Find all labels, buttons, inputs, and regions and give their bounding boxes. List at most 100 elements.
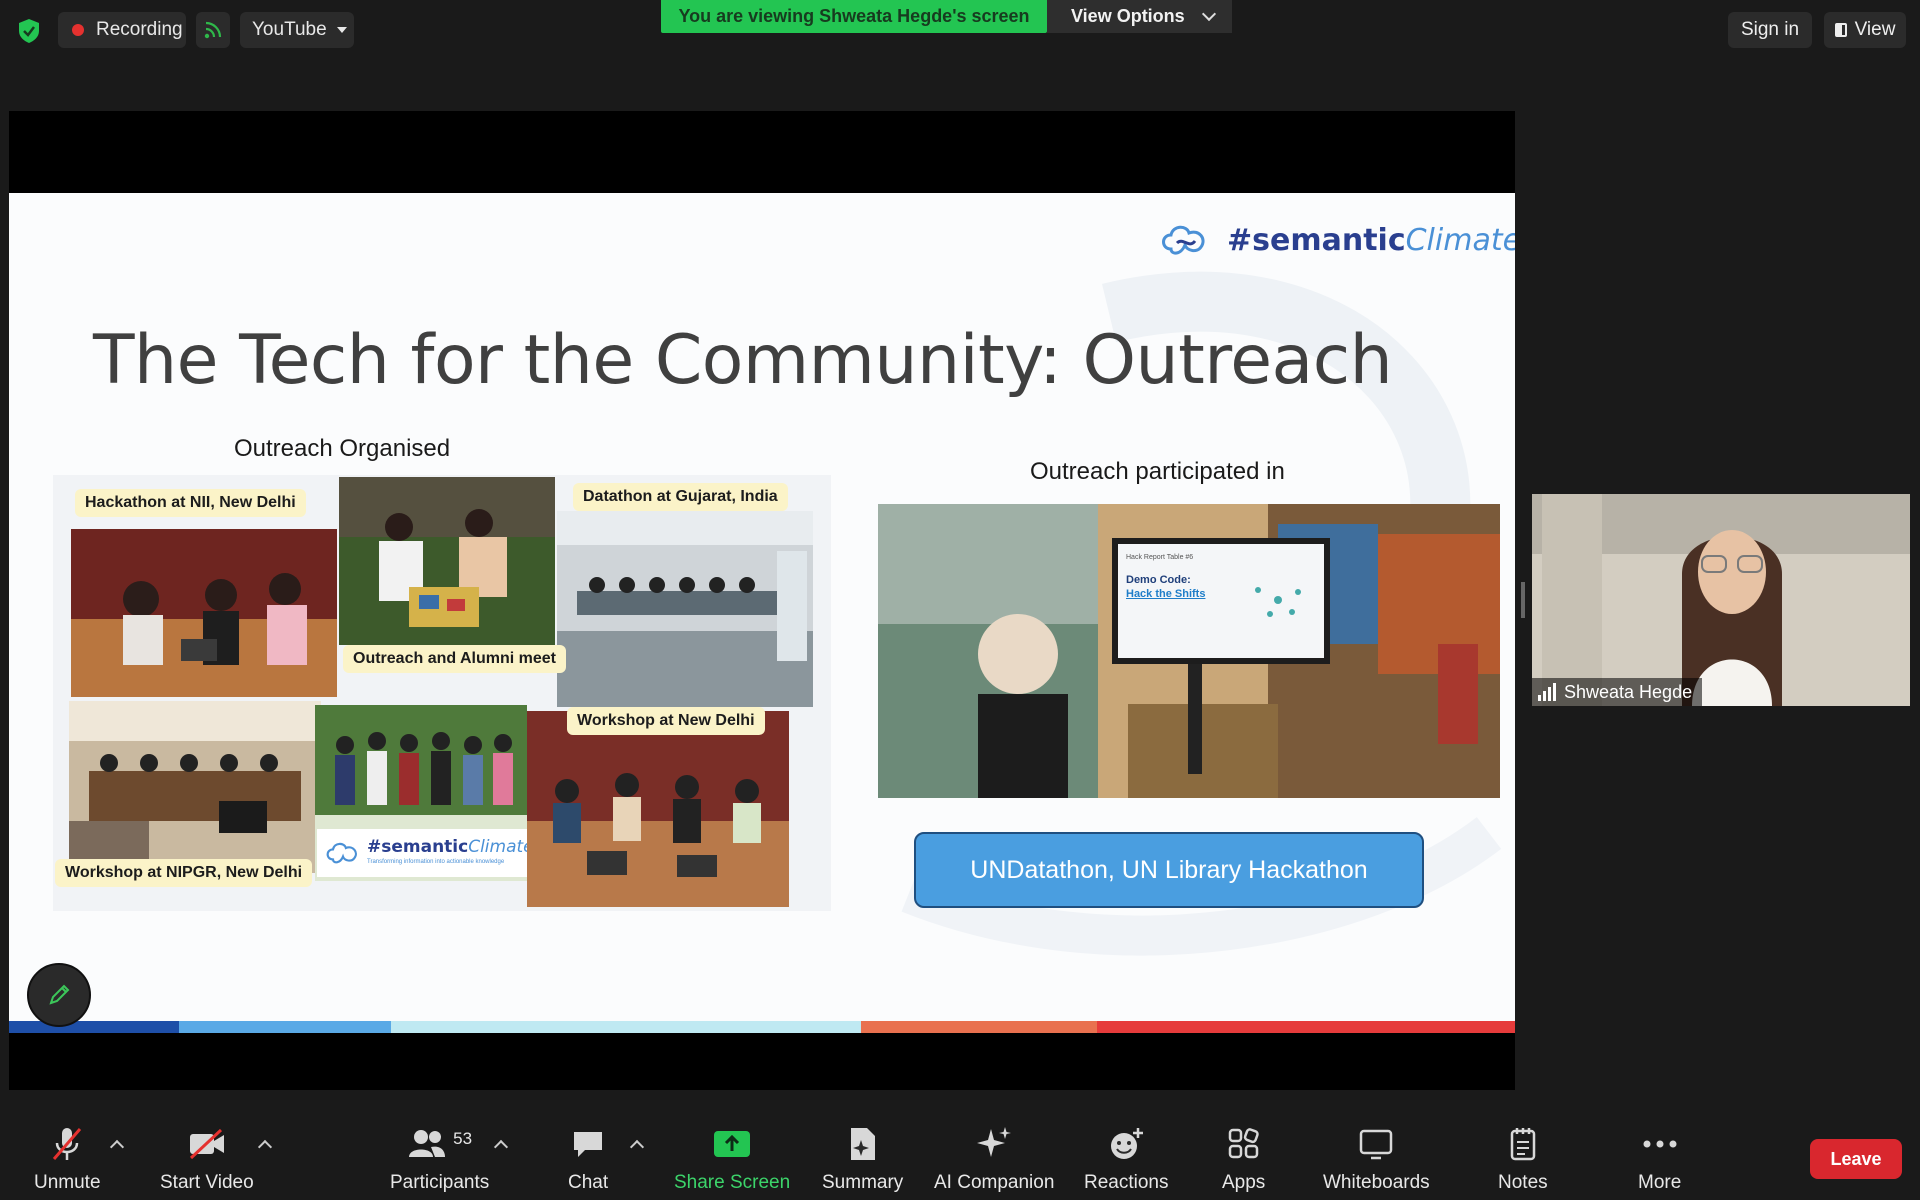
notes-icon	[1508, 1124, 1538, 1164]
livestream-icon	[204, 21, 222, 39]
screen-heading: Hack Report Table #6	[1126, 554, 1194, 561]
cloud-logo-icon	[1162, 225, 1205, 255]
whiteboards-label: Whiteboards	[1323, 1172, 1430, 1193]
view-options-button[interactable]: View Options	[1047, 0, 1232, 33]
chevron-down-icon	[1201, 6, 1217, 22]
summary-button[interactable]: Summary	[822, 1124, 903, 1194]
start-video-button[interactable]: Start Video	[160, 1124, 254, 1194]
chat-options-caret[interactable]	[629, 1139, 645, 1155]
participants-button[interactable]: 53 Participants	[390, 1124, 489, 1194]
share-screen-button[interactable]: Share Screen	[674, 1124, 790, 1194]
slide-stripe-cyan	[391, 1021, 861, 1033]
section-heading-organised: Outreach Organised	[234, 435, 451, 462]
video-options-caret[interactable]	[257, 1139, 273, 1155]
caption-hackathon: Hackathon at NII, New Delhi	[75, 489, 306, 517]
view-options-label: View Options	[1071, 6, 1185, 26]
shared-screen: #semanticClimate The Tech for the Commun…	[9, 111, 1515, 1090]
summary-label: Summary	[822, 1172, 904, 1193]
layout-view-icon	[1834, 23, 1847, 37]
unmute-label: Unmute	[34, 1172, 101, 1193]
record-dot-icon	[72, 24, 84, 36]
workshop-new-delhi-photo	[527, 711, 789, 907]
stream-label: YouTube	[252, 19, 327, 40]
unmute-button[interactable]: Unmute	[34, 1124, 101, 1194]
chat-button[interactable]: Chat	[568, 1124, 608, 1194]
top-bar: Recording YouTube You are viewing Shweat…	[0, 0, 1920, 60]
whiteboards-button[interactable]: Whiteboards	[1323, 1124, 1430, 1194]
participant-video-tile[interactable]: Shweata Hegde	[1532, 494, 1910, 706]
panel-resize-handle[interactable]	[1521, 582, 1525, 618]
screen-demo-link: Hack the Shifts	[1126, 588, 1206, 600]
small-logo-tagline: Transforming information into actionable…	[367, 859, 505, 865]
livestream-button[interactable]	[196, 12, 230, 48]
share-screen-icon	[713, 1124, 751, 1164]
notes-label: Notes	[1498, 1172, 1548, 1193]
more-button[interactable]: More	[1638, 1124, 1681, 1194]
summary-document-icon	[847, 1124, 879, 1164]
reactions-smiley-icon	[1108, 1124, 1144, 1164]
caption-alumni: Outreach and Alumni meet	[343, 645, 566, 673]
apps-button[interactable]: Apps	[1222, 1124, 1265, 1194]
logo-bold-text: #semantic	[1227, 222, 1406, 258]
recording-label: Recording	[96, 19, 183, 40]
leave-button[interactable]: Leave	[1810, 1139, 1902, 1179]
small-semantic-climate-logo: #semanticClimate Transforming informatio…	[317, 829, 527, 877]
un-datathon-button: UNDatathon, UN Library Hackathon	[914, 832, 1424, 908]
recording-indicator[interactable]: Recording	[58, 12, 186, 48]
ai-companion-label: AI Companion	[934, 1172, 1055, 1193]
muted-microphone-icon	[49, 1124, 85, 1164]
apps-label: Apps	[1222, 1172, 1266, 1193]
slide-stripe-orange	[861, 1021, 1097, 1033]
caret-down-icon	[336, 27, 347, 33]
start-video-label: Start Video	[160, 1172, 254, 1193]
annotate-button[interactable]	[27, 963, 91, 1027]
datathon-photo	[557, 511, 813, 707]
screen-demo-label: Demo Code:	[1126, 574, 1191, 586]
apps-icon	[1227, 1124, 1261, 1164]
slide-title: The Tech for the Community: Outreach	[93, 321, 1393, 400]
small-cloud-logo-icon	[326, 842, 357, 864]
share-screen-label: Share Screen	[674, 1172, 791, 1193]
chat-label: Chat	[568, 1172, 609, 1193]
viewing-banner: You are viewing Shweata Hegde's screen	[661, 0, 1047, 33]
participant-name: Shweata Hegde	[1564, 681, 1693, 702]
semantic-climate-logo: #semanticClimate	[1157, 219, 1515, 261]
participant-count: 53	[453, 1129, 473, 1148]
youtube-stream-dropdown[interactable]: YouTube	[240, 12, 354, 48]
slide-stripe-dark-blue	[9, 1021, 179, 1033]
more-dots-icon	[1642, 1124, 1678, 1164]
hackathon-photo	[71, 529, 337, 697]
participant-name-tag: Shweata Hegde	[1532, 678, 1703, 706]
meeting-toolbar: Unmute Start Video 53 Participants Chat …	[0, 1110, 1920, 1200]
notes-button[interactable]: Notes	[1498, 1124, 1548, 1194]
audio-options-caret[interactable]	[109, 1139, 125, 1155]
small-logo-bold-text: #semantic	[367, 837, 469, 857]
presentation-screen: Hack Report Table #6 Demo Code: Hack the…	[1112, 538, 1330, 664]
reactions-button[interactable]: Reactions	[1084, 1124, 1169, 1194]
sign-in-button[interactable]: Sign in	[1728, 12, 1812, 48]
video-off-icon	[187, 1124, 227, 1164]
workshop-nipgr-photo	[69, 701, 321, 873]
small-logo-italic-text: Climate	[468, 837, 527, 857]
slide-stripe-red	[1097, 1021, 1515, 1033]
participants-options-caret[interactable]	[493, 1139, 509, 1155]
participants-label: Participants	[390, 1172, 490, 1193]
reactions-label: Reactions	[1084, 1172, 1169, 1193]
caption-workshop-nipgr: Workshop at NIPGR, New Delhi	[55, 859, 313, 887]
ai-companion-button[interactable]: AI Companion	[934, 1124, 1054, 1194]
participant-video-feed	[1532, 494, 1910, 706]
section-heading-participated: Outreach participated in	[1030, 458, 1285, 485]
more-label: More	[1638, 1172, 1682, 1193]
view-label: View	[1854, 19, 1896, 40]
caption-datathon: Datathon at Gujarat, India	[573, 483, 788, 511]
security-shield-icon[interactable]	[14, 16, 44, 46]
presentation-slide: #semanticClimate The Tech for the Commun…	[9, 193, 1515, 1033]
pencil-icon	[49, 984, 70, 1005]
ai-sparkle-icon	[975, 1124, 1013, 1164]
signal-strength-icon	[1538, 683, 1556, 701]
slide-stripe-light-blue	[179, 1021, 391, 1033]
view-button[interactable]: View	[1824, 12, 1906, 48]
outreach-participated-photo: Hack Report Table #6 Demo Code: Hack the…	[878, 504, 1500, 798]
caption-workshop-delhi: Workshop at New Delhi	[567, 707, 765, 735]
chat-icon	[571, 1124, 605, 1164]
